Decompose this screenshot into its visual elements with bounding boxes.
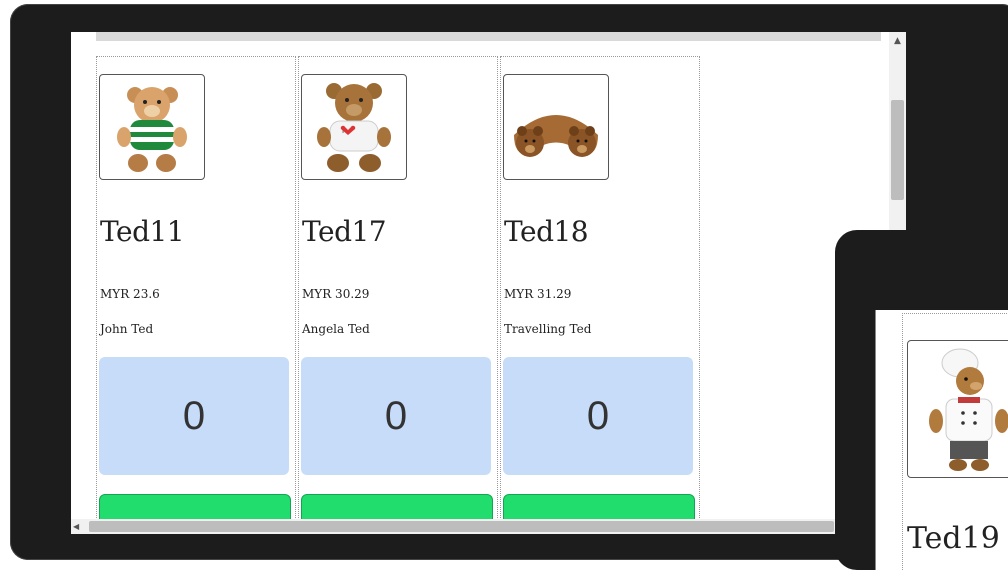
product-price: MYR 30.29 <box>302 287 370 301</box>
product-price: MYR 23.6 <box>100 287 160 301</box>
product-title: Ted19 <box>907 521 1000 556</box>
product-price: MYR 31.29 <box>504 287 572 301</box>
product-card: Ted11 MYR 23.6 John Ted 0 <box>96 56 296 534</box>
horizontal-scrollbar[interactable]: ◀ <box>71 519 889 534</box>
product-image-ted17[interactable]: I <box>301 74 407 180</box>
product-name: John Ted <box>100 322 154 336</box>
product-name: Travelling Ted <box>504 322 592 336</box>
vertical-scroll-thumb[interactable] <box>891 100 904 200</box>
quantity-display[interactable]: 0 <box>99 357 289 475</box>
quantity-display[interactable]: 0 <box>301 357 491 475</box>
top-divider <box>96 32 881 41</box>
product-title: Ted17 <box>302 215 387 248</box>
horizontal-scroll-thumb[interactable] <box>89 521 834 532</box>
product-card: I Ted17 MYR 30.29 Angela Ted 0 <box>298 56 498 534</box>
product-card: Ted19 <box>902 313 1008 570</box>
secondary-screen: Ted19 <box>875 310 1008 570</box>
scroll-left-icon[interactable]: ◀ <box>73 519 85 534</box>
scroll-up-icon[interactable]: ▲ <box>889 34 906 48</box>
product-title: Ted11 <box>100 215 185 248</box>
product-image-ted19[interactable] <box>907 340 1008 478</box>
product-image-ted18[interactable] <box>503 74 609 180</box>
product-image-ted11[interactable] <box>99 74 205 180</box>
product-title: Ted18 <box>504 215 589 248</box>
product-name: Angela Ted <box>302 322 370 336</box>
product-card: Ted18 MYR 31.29 Travelling Ted 0 <box>500 56 700 534</box>
quantity-display[interactable]: 0 <box>503 357 693 475</box>
product-screen: Ted11 MYR 23.6 John Ted 0 I Ted17 MYR 30… <box>71 32 906 534</box>
